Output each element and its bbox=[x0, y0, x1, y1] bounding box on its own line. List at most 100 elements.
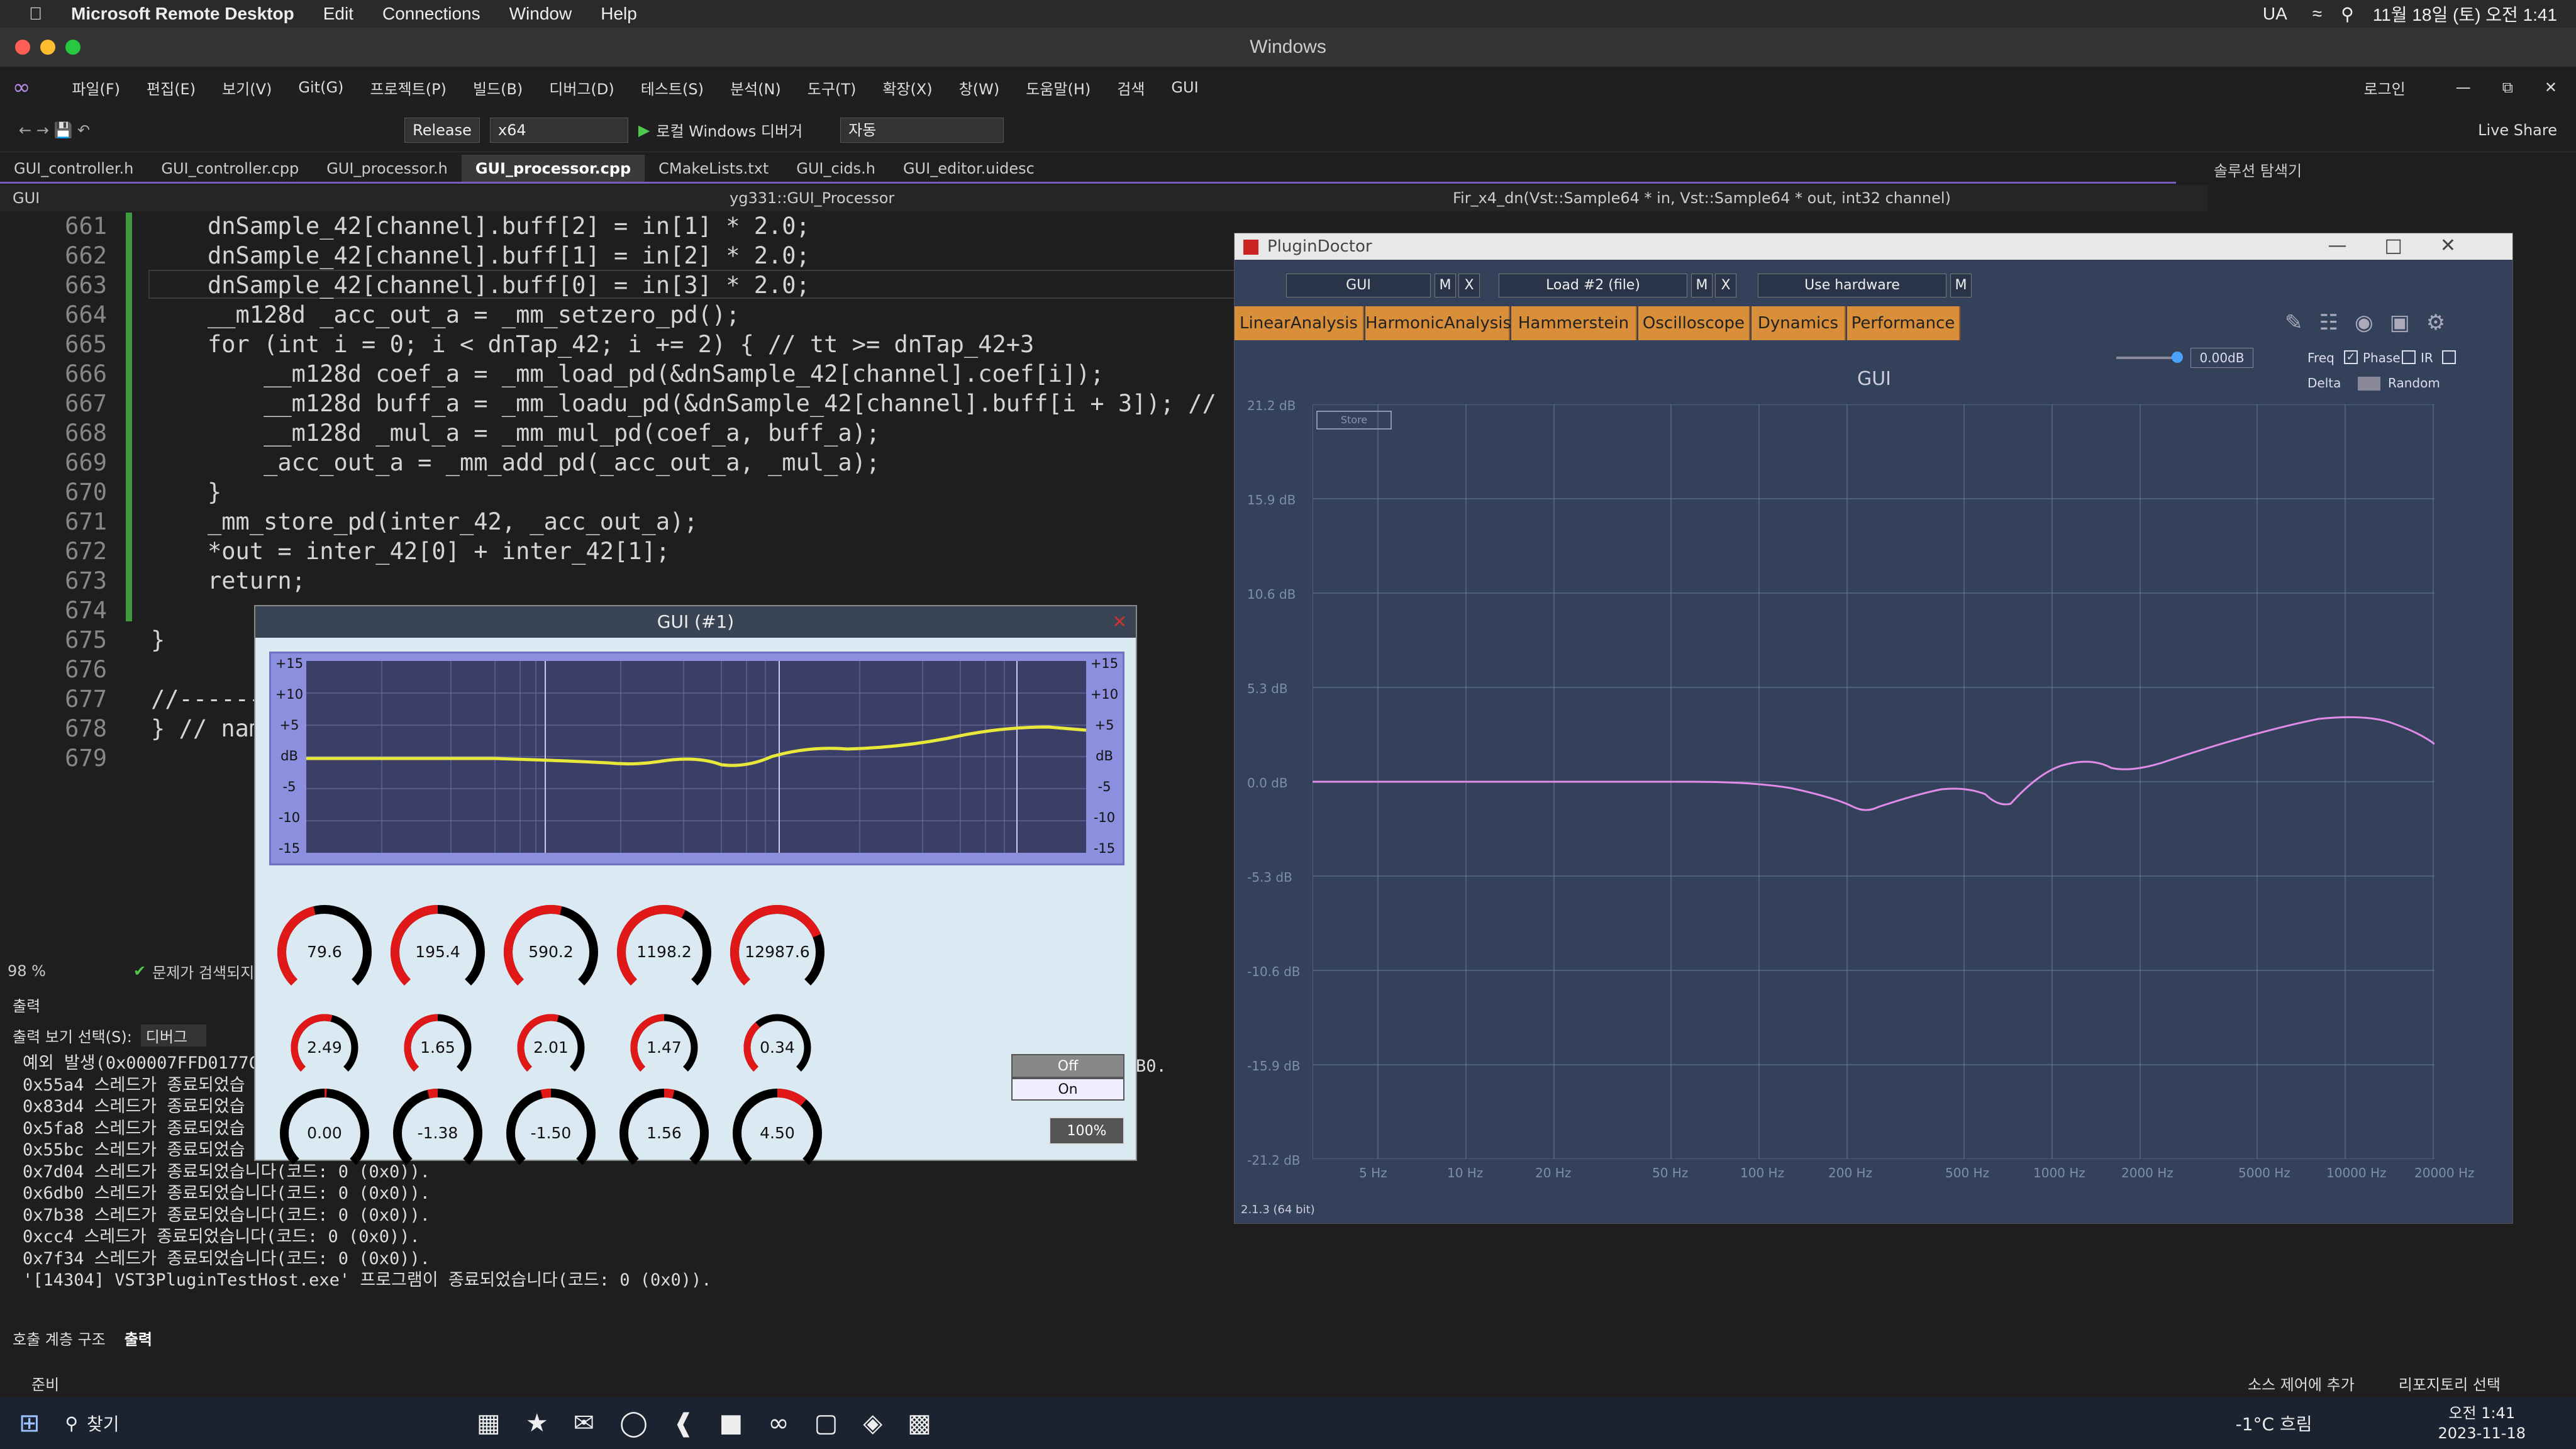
wifi-icon[interactable]: ≈ bbox=[2312, 4, 2322, 24]
pd-toolbar-icons-icon[interactable]: ✎☷◉▣⚙ bbox=[2285, 310, 2462, 335]
menu-extensions[interactable]: 확장(X) bbox=[882, 77, 932, 99]
tab-linear-analysis[interactable]: LinearAnalysis bbox=[1235, 306, 1364, 340]
gui-title[interactable]: GUI (#1) bbox=[255, 606, 1136, 638]
pd-plugin-select[interactable]: GUI bbox=[1286, 274, 1431, 297]
tab-gui-processor-cpp[interactable]: GUI_processor.cpp bbox=[461, 155, 645, 182]
search-box[interactable]: 검색 bbox=[1117, 77, 1145, 99]
repo-button[interactable]: 리포지토리 선택 bbox=[2399, 1372, 2501, 1394]
x-axis-label: 20 Hz bbox=[1535, 1165, 1572, 1180]
login-link[interactable]: 로그인 bbox=[2364, 77, 2406, 99]
tab-gui-editor-uidesc[interactable]: GUI_editor.uidesc bbox=[889, 155, 1048, 182]
tab-call-hierarchy[interactable]: 호출 계층 구조 bbox=[13, 1327, 106, 1356]
debugger-button[interactable]: 로컬 Windows 디버거 bbox=[656, 119, 802, 141]
output-source-dropdown[interactable]: 디버그 bbox=[140, 1024, 207, 1046]
gui-close-icon[interactable]: ✕ bbox=[1113, 611, 1127, 632]
gain-slider[interactable] bbox=[2116, 357, 2179, 359]
on-button[interactable]: On bbox=[1011, 1078, 1124, 1101]
tab-gui-controller-h[interactable]: GUI_controller.h bbox=[0, 155, 147, 182]
config-dropdown[interactable]: Release bbox=[404, 117, 480, 143]
pd-window-controls-icon[interactable]: —□✕ bbox=[2328, 235, 2494, 257]
menu-edit[interactable]: Edit bbox=[323, 4, 353, 24]
menu-view[interactable]: 보기(V) bbox=[222, 77, 272, 99]
pd-x-button-1[interactable]: X bbox=[1458, 274, 1480, 297]
plugin-gui-window[interactable]: GUI (#1) ✕ +15 +10 +5 dB -5 -10 -15 +15 +10 +5 dB… bbox=[254, 605, 1137, 1165]
taskbar-date[interactable]: 2023-11-18 bbox=[2438, 1423, 2526, 1443]
restore-icon[interactable]: ⧉ bbox=[2502, 79, 2513, 96]
line-number: 666 bbox=[65, 360, 107, 387]
project-dropdown[interactable]: GUI bbox=[13, 189, 730, 207]
pd-m-button-2[interactable]: M bbox=[1691, 274, 1713, 297]
close-window-icon[interactable] bbox=[15, 40, 30, 55]
zoom-level[interactable]: 98 % bbox=[8, 962, 133, 980]
source-control-button[interactable]: 소스 제어에 추가 bbox=[2248, 1372, 2355, 1394]
gain-value[interactable]: 0.00dB bbox=[2190, 348, 2253, 368]
minimize-window-icon[interactable] bbox=[40, 40, 55, 55]
pd-response-graph[interactable] bbox=[1313, 404, 2434, 1159]
input-source[interactable]: UA bbox=[2263, 4, 2287, 24]
pd-m-button-1[interactable]: M bbox=[1435, 274, 1456, 297]
weather[interactable]: -1°C 흐림 bbox=[2236, 1411, 2312, 1436]
tab-hammerstein[interactable]: Hammerstein bbox=[1511, 306, 1637, 340]
menu-tools[interactable]: 도구(T) bbox=[808, 77, 857, 99]
pd-load-select[interactable]: Load #2 (file) bbox=[1499, 274, 1687, 297]
maximize-window-icon[interactable] bbox=[65, 40, 80, 55]
taskbar-apps-icon[interactable]: ▦★✉◯❰■∞▢◈▩ bbox=[477, 1409, 957, 1438]
gain-slider-thumb[interactable] bbox=[2172, 352, 2183, 363]
menu-window-vs[interactable]: 창(W) bbox=[959, 77, 1000, 99]
play-icon[interactable]: ▶ bbox=[638, 121, 650, 139]
tab-gui-cids[interactable]: GUI_cids.h bbox=[782, 155, 889, 182]
pd-logo-icon bbox=[1243, 240, 1258, 255]
phase-checkbox[interactable] bbox=[2402, 350, 2416, 364]
issues-status[interactable]: 문제가 검색되지 bbox=[152, 960, 254, 982]
plugindoctor-window[interactable]: PluginDoctor —□✕ GUI M X Load #2 (file) … bbox=[1234, 233, 2513, 1224]
pd-x-button-2[interactable]: X bbox=[1715, 274, 1736, 297]
nav-arrows-icon[interactable]: ← → 💾 ↶ bbox=[19, 121, 90, 139]
menu-file[interactable]: 파일(F) bbox=[72, 77, 120, 99]
tab-gui-controller-cpp[interactable]: GUI_controller.cpp bbox=[147, 155, 313, 182]
tab-gui-processor-h[interactable]: GUI_processor.h bbox=[313, 155, 462, 182]
pd-title[interactable]: PluginDoctor bbox=[1235, 233, 2512, 260]
liveshare-button[interactable]: Live Share bbox=[2478, 121, 2557, 139]
menu-git[interactable]: Git(G) bbox=[298, 79, 343, 96]
menu-build[interactable]: 빌드(B) bbox=[473, 77, 523, 99]
menu-help[interactable]: Help bbox=[601, 4, 637, 24]
function-dropdown[interactable]: Fir_x4_dn(Vst::Sample64 * in, Vst::Sampl… bbox=[1453, 189, 1951, 207]
scope-dropdown[interactable]: yg331::GUI_Processor bbox=[730, 189, 1453, 207]
output-select-label: 출력 보기 선택(S): bbox=[13, 1028, 132, 1046]
menu-debug[interactable]: 디버그(D) bbox=[549, 77, 614, 99]
freq-checkbox[interactable]: ✓ bbox=[2344, 350, 2358, 364]
platform-dropdown[interactable]: x64 bbox=[489, 117, 628, 143]
store-button[interactable]: Store bbox=[1316, 411, 1392, 430]
taskbar-time[interactable]: 오전 1:41 bbox=[2438, 1403, 2526, 1423]
search-icon[interactable]: ⚲ bbox=[2341, 4, 2354, 25]
ir-checkbox[interactable] bbox=[2442, 350, 2456, 364]
menu-window[interactable]: Window bbox=[509, 4, 572, 24]
apple-icon[interactable]:  bbox=[29, 4, 42, 24]
menu-analyze[interactable]: 분석(N) bbox=[730, 77, 781, 99]
menu-connections[interactable]: Connections bbox=[382, 4, 480, 24]
pd-m-button-3[interactable]: M bbox=[1950, 274, 1972, 297]
delta-toggle[interactable] bbox=[2358, 377, 2380, 391]
pd-hardware-select[interactable]: Use hardware bbox=[1758, 274, 1946, 297]
clock[interactable]: 11월 18일 (토) 오전 1:41 bbox=[2373, 1, 2557, 26]
app-name[interactable]: Microsoft Remote Desktop bbox=[71, 4, 294, 24]
start-icon[interactable]: ⊞ bbox=[19, 1409, 40, 1438]
tab-output[interactable]: 출력 bbox=[125, 1327, 152, 1356]
tab-performance[interactable]: Performance bbox=[1847, 306, 1960, 340]
tab-oscilloscope[interactable]: Oscilloscope bbox=[1638, 306, 1750, 340]
tab-dynamics[interactable]: Dynamics bbox=[1752, 306, 1846, 340]
taskbar-search[interactable]: 찾기 bbox=[87, 1411, 351, 1436]
minimize-icon[interactable]: — bbox=[2456, 79, 2471, 96]
taskbar-search-icon[interactable]: ⚲ bbox=[65, 1413, 79, 1434]
menu-project[interactable]: 프로젝트(P) bbox=[370, 77, 447, 99]
close-icon[interactable]: ✕ bbox=[2545, 79, 2557, 96]
menu-test[interactable]: 테스트(S) bbox=[641, 77, 704, 99]
off-button[interactable]: Off bbox=[1011, 1054, 1124, 1078]
auto-dropdown[interactable]: 자동 bbox=[840, 117, 1004, 143]
eq-graph[interactable] bbox=[306, 661, 1086, 853]
menu-help-vs[interactable]: 도움말(H) bbox=[1026, 77, 1091, 99]
zoom-button[interactable]: 100% bbox=[1049, 1117, 1124, 1145]
tab-cmakelists[interactable]: CMakeLists.txt bbox=[645, 155, 782, 182]
tab-harmonic-analysis[interactable]: HarmonicAnalysis bbox=[1365, 306, 1511, 340]
menu-edit-vs[interactable]: 편집(E) bbox=[147, 77, 196, 99]
